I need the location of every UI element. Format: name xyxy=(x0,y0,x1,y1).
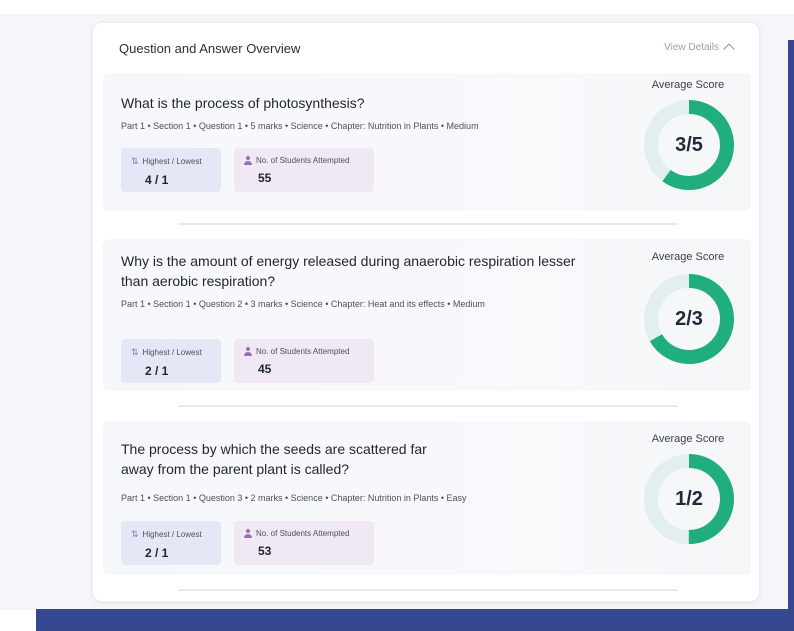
attempted-label: No. of Students Attempted xyxy=(256,156,350,165)
highest-lowest-label: Highest / Lowest xyxy=(142,348,202,357)
average-score-label: Average Score xyxy=(651,433,725,445)
question-panel: What is the process of photosynthesis? P… xyxy=(103,73,751,211)
view-details-label: View Details xyxy=(664,41,719,53)
attempted-stat: No. of Students Attempted 55 xyxy=(234,148,374,192)
card-title: Question and Answer Overview xyxy=(119,41,301,56)
question-meta: Part 1 • Section 1 • Question 1 • 5 mark… xyxy=(121,121,479,131)
attempted-value: 45 xyxy=(258,362,272,376)
view-details-toggle[interactable]: View Details xyxy=(664,41,735,55)
score-value: 3/5 xyxy=(675,133,703,156)
highest-lowest-value: 2 / 1 xyxy=(145,364,169,378)
highest-lowest-stat: ⇅ Highest / Lowest 2 / 1 xyxy=(121,339,221,383)
score-donut: 3/5 xyxy=(639,95,739,195)
highest-lowest-value: 4 / 1 xyxy=(145,173,169,187)
highest-lowest-label: Highest / Lowest xyxy=(142,530,202,539)
average-score-label: Average Score xyxy=(651,251,725,263)
question-meta: Part 1 • Section 1 • Question 3 • 2 mark… xyxy=(121,493,467,503)
question-text: What is the process of photosynthesis? xyxy=(121,95,365,111)
highest-lowest-value: 2 / 1 xyxy=(145,546,169,560)
question-text: Why is the amount of energy released dur… xyxy=(121,253,576,289)
chevron-up-icon xyxy=(723,43,735,55)
question-meta: Part 1 • Section 1 • Question 2 • 3 mark… xyxy=(121,299,485,309)
score-value: 1/2 xyxy=(675,487,703,510)
attempted-value: 53 xyxy=(258,544,272,558)
highest-lowest-stat: ⇅ Highest / Lowest 4 / 1 xyxy=(121,148,221,192)
attempted-stat: No. of Students Attempted 53 xyxy=(234,521,374,565)
highest-lowest-stat: ⇅ Highest / Lowest 2 / 1 xyxy=(121,521,221,565)
question-panel: Why is the amount of energy released dur… xyxy=(103,239,751,391)
attempted-stat: No. of Students Attempted 45 xyxy=(234,339,374,383)
divider xyxy=(178,589,678,591)
sort-arrows-icon: ⇅ xyxy=(131,529,139,539)
card-header: Question and Answer Overview View Detail… xyxy=(93,23,759,73)
qa-overview-card: Question and Answer Overview View Detail… xyxy=(92,22,760,602)
score-value: 2/3 xyxy=(675,307,703,330)
question-text: The process by which the seeds are scatt… xyxy=(121,441,427,477)
sort-arrows-icon: ⇅ xyxy=(131,156,139,166)
attempted-value: 55 xyxy=(258,171,272,185)
highest-lowest-label: Highest / Lowest xyxy=(142,157,202,166)
question-panel: The process by which the seeds are scatt… xyxy=(103,421,751,575)
score-donut: 1/2 xyxy=(639,449,739,549)
average-score-label: Average Score xyxy=(651,79,725,91)
attempted-label: No. of Students Attempted xyxy=(256,529,350,538)
score-donut: 2/3 xyxy=(639,269,739,369)
accent-bar-bottom xyxy=(36,609,794,631)
person-icon xyxy=(244,156,252,165)
divider xyxy=(178,223,678,225)
divider xyxy=(178,405,678,407)
person-icon xyxy=(244,347,252,356)
person-icon xyxy=(244,529,252,538)
accent-bar-right xyxy=(788,40,794,620)
attempted-label: No. of Students Attempted xyxy=(256,347,350,356)
sort-arrows-icon: ⇅ xyxy=(131,347,139,357)
